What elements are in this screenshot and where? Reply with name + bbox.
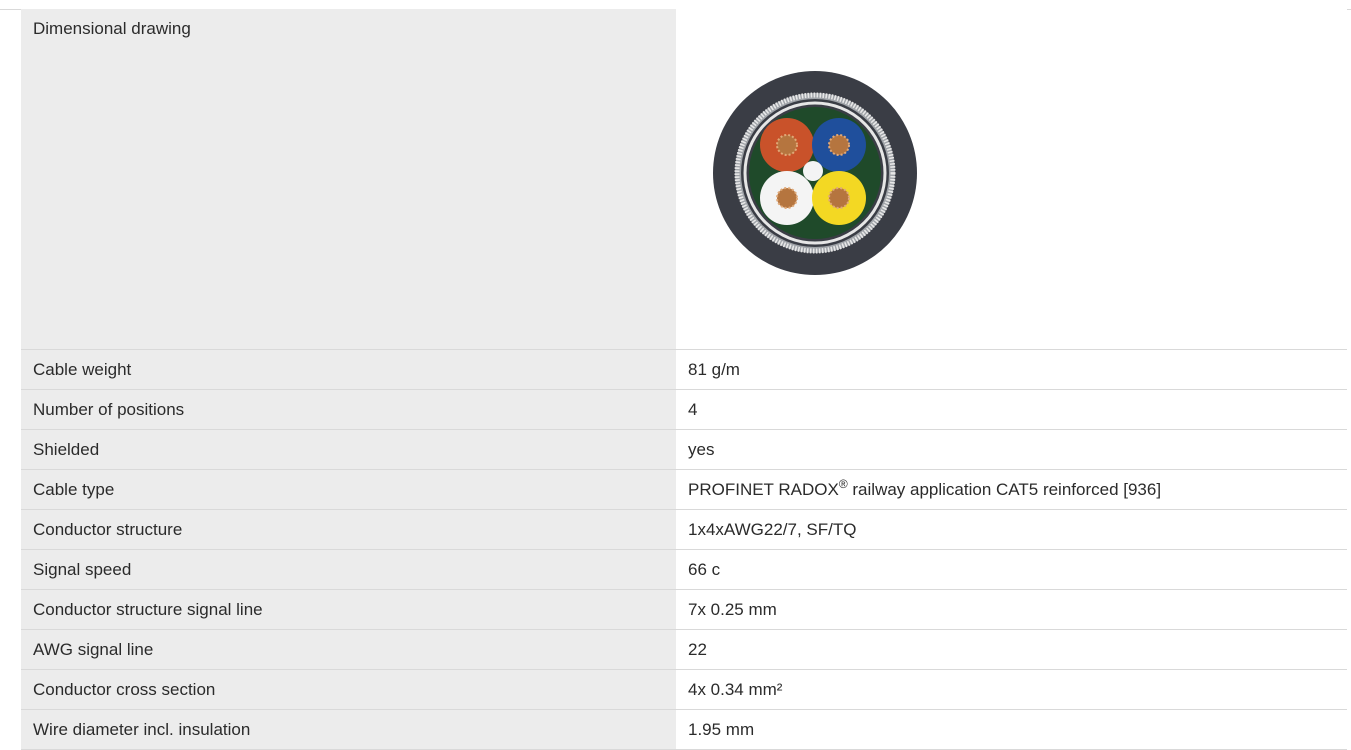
spec-value: 4 xyxy=(676,389,1347,430)
cable-cross-section-image xyxy=(713,71,917,275)
conductor-blue xyxy=(828,134,850,156)
table-row: Wire diameter incl. insulation 1.95 mm xyxy=(21,709,1347,750)
technical-data-table: Dimensional drawing Cable weight 81 g/m … xyxy=(21,9,1347,750)
spec-label: Shielded xyxy=(21,429,676,470)
spec-label: Number of positions xyxy=(21,389,676,430)
table-row: Shielded yes xyxy=(21,429,1347,470)
spec-label: Conductor structure xyxy=(21,509,676,550)
spec-label: Wire diameter incl. insulation xyxy=(21,709,676,750)
spec-label: Conductor structure signal line xyxy=(21,589,676,630)
conductor-orange xyxy=(776,134,798,156)
spec-label: Cable type xyxy=(21,469,676,510)
spec-value: 66 c xyxy=(676,549,1347,590)
spec-value: 7x 0.25 mm xyxy=(676,589,1347,630)
center-filler xyxy=(803,161,823,181)
table-row: Cable weight 81 g/m xyxy=(21,349,1347,390)
table-row: Conductor structure signal line 7x 0.25 … xyxy=(21,589,1347,630)
spec-value: 4x 0.34 mm² xyxy=(676,669,1347,710)
conductor-white xyxy=(776,187,798,209)
dimensional-drawing-cell xyxy=(676,9,1347,350)
spec-value: 22 xyxy=(676,629,1347,670)
table-row: Signal speed 66 c xyxy=(21,549,1347,590)
conductor-yellow xyxy=(828,187,850,209)
table-row: Cable type PROFINET RADOX® railway appli… xyxy=(21,469,1347,510)
registered-mark: ® xyxy=(838,476,848,491)
table-row-dimensional-drawing: Dimensional drawing xyxy=(21,9,1347,350)
spec-value: PROFINET RADOX® railway application CAT5… xyxy=(676,469,1347,510)
spec-label: Conductor cross section xyxy=(21,669,676,710)
spec-value: 1x4xAWG22/7, SF/TQ xyxy=(676,509,1347,550)
cable-type-text-rest: railway application CAT5 reinforced [936… xyxy=(847,479,1162,499)
table-row: Number of positions 4 xyxy=(21,389,1347,430)
spec-value: 81 g/m xyxy=(676,349,1347,390)
spec-label: Cable weight xyxy=(21,349,676,390)
table-row: Conductor structure 1x4xAWG22/7, SF/TQ xyxy=(21,509,1347,550)
spec-label: AWG signal line xyxy=(21,629,676,670)
spec-value: 1.95 mm xyxy=(676,709,1347,750)
spec-label: Dimensional drawing xyxy=(21,9,676,350)
cable-type-text: PROFINET RADOX xyxy=(688,479,839,499)
table-row: Conductor cross section 4x 0.34 mm² xyxy=(21,669,1347,710)
table-row: AWG signal line 22 xyxy=(21,629,1347,670)
spec-value: yes xyxy=(676,429,1347,470)
spec-label: Signal speed xyxy=(21,549,676,590)
